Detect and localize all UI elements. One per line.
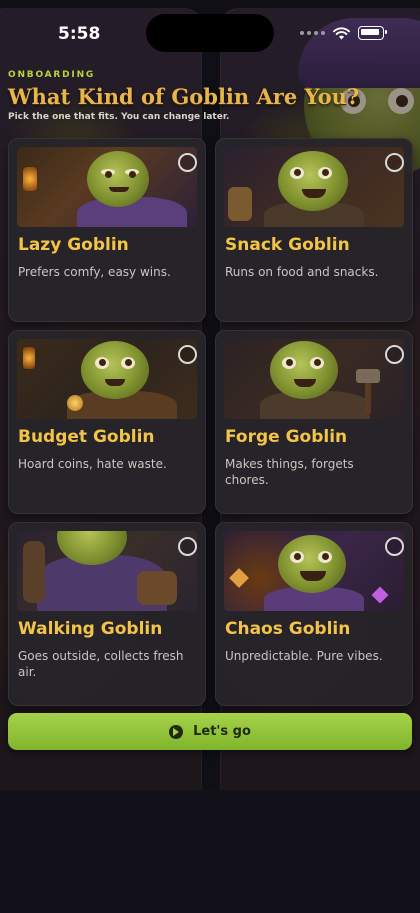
lets-go-button[interactable]: Let's go (8, 713, 412, 750)
status-icons (300, 26, 387, 40)
goblin-illustration-budget (17, 339, 197, 419)
goblin-illustration-snack (224, 147, 404, 227)
card-title: Forge Goblin (225, 427, 348, 447)
card-description: Unpredictable. Pure vibes. (225, 649, 383, 663)
card-title: Chaos Goblin (225, 619, 351, 639)
radio-button-chaos[interactable] (385, 537, 404, 556)
header: ONBOARDING What Kind of Goblin Are You? … (8, 70, 359, 122)
radio-button-snack[interactable] (385, 153, 404, 172)
goblin-card-forge[interactable]: Forge Goblin Makes things, forgets chore… (215, 330, 413, 514)
card-description: Makes things, forgets chores. (225, 457, 354, 487)
bottom-area (0, 790, 420, 913)
goblin-card-snack[interactable]: Snack Goblin Runs on food and snacks. (215, 138, 413, 322)
goblin-illustration-forge (224, 339, 404, 419)
card-description: Goes outside, collects fresh air. (18, 649, 184, 679)
goblin-illustration-lazy (17, 147, 197, 227)
card-description: Prefers comfy, easy wins. (18, 265, 171, 279)
radio-button-walking[interactable] (178, 537, 197, 556)
page-title: What Kind of Goblin Are You? (8, 84, 360, 109)
goblin-illustration-chaos (224, 531, 404, 611)
goblin-card-budget[interactable]: Budget Goblin Hoard coins, hate waste. (8, 330, 206, 514)
wifi-icon (333, 26, 350, 39)
goblin-card-walking[interactable]: Walking Goblin Goes outside, collects fr… (8, 522, 206, 706)
status-bar: 5:58 (0, 0, 420, 60)
goblin-illustration-walking (17, 531, 197, 611)
dots-icon (300, 31, 325, 35)
eyebrow-label: ONBOARDING (8, 70, 96, 80)
card-title: Budget Goblin (18, 427, 155, 447)
radio-button-budget[interactable] (178, 345, 197, 364)
goblin-card-lazy[interactable]: Lazy Goblin Prefers comfy, easy wins. (8, 138, 206, 322)
lets-go-label: Let's go (193, 724, 251, 739)
radio-button-forge[interactable] (385, 345, 404, 364)
goblin-card-chaos[interactable]: Chaos Goblin Unpredictable. Pure vibes. (215, 522, 413, 706)
battery-icon (358, 26, 387, 40)
card-title: Snack Goblin (225, 235, 350, 255)
card-description: Runs on food and snacks. (225, 265, 379, 279)
card-title: Walking Goblin (18, 619, 163, 639)
card-title: Lazy Goblin (18, 235, 129, 255)
dynamic-island (146, 14, 274, 52)
page-subtitle: Pick the one that fits. You can change l… (8, 112, 230, 122)
status-time: 5:58 (58, 24, 101, 44)
radio-button-lazy[interactable] (178, 153, 197, 172)
card-description: Hoard coins, hate waste. (18, 457, 167, 471)
arrow-circle-icon (169, 724, 184, 739)
